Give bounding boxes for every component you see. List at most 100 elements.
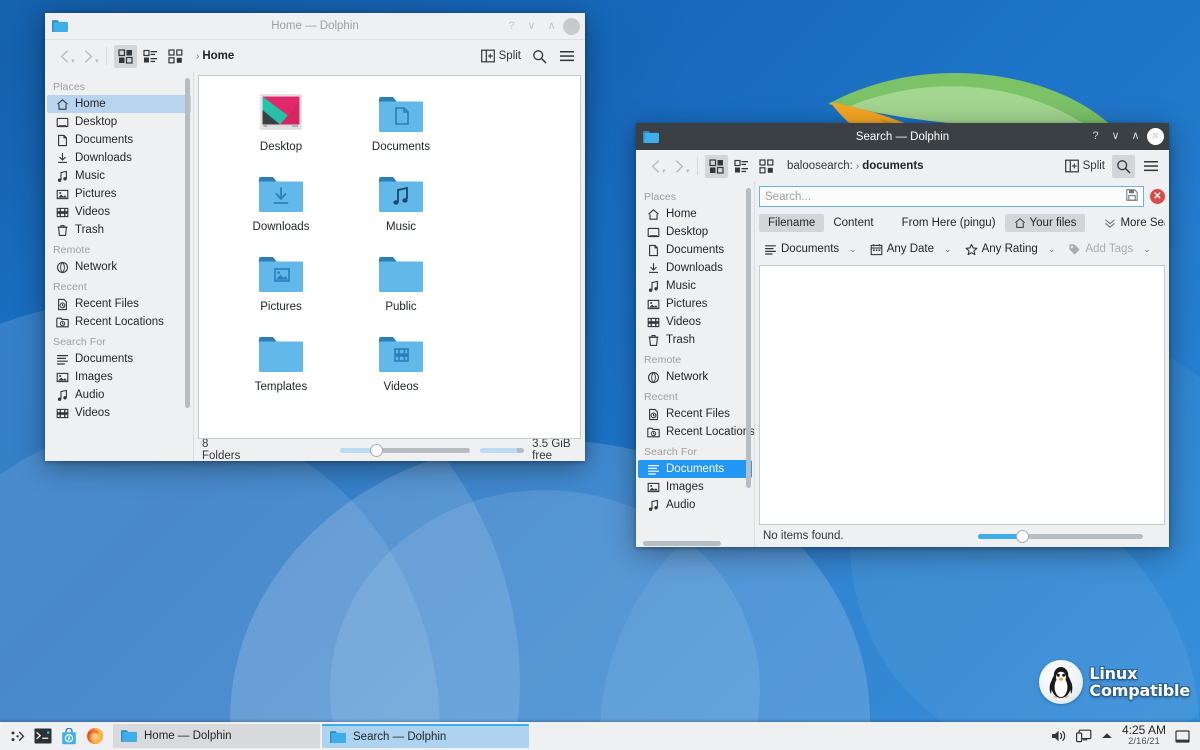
sidebar-item-documents[interactable]: Documents bbox=[638, 241, 752, 259]
sidebar-hscrollbar[interactable] bbox=[636, 540, 754, 547]
sidebar-item-trash[interactable]: Trash bbox=[47, 221, 191, 239]
help-button[interactable]: ? bbox=[503, 18, 520, 35]
split-button[interactable]: Split bbox=[1062, 157, 1108, 175]
file-item[interactable]: Templates bbox=[221, 330, 341, 410]
sidebar-scroll-area[interactable]: PlacesHomeDesktopDocumentsDownloadsMusic… bbox=[636, 182, 754, 540]
show-hidden-tray-icon[interactable] bbox=[1101, 731, 1113, 741]
sidebar-item-pictures[interactable]: Pictures bbox=[638, 295, 752, 313]
sidebar-item-pictures[interactable]: Pictures bbox=[47, 185, 191, 203]
breadcrumb-protocol[interactable]: baloosearch: bbox=[787, 160, 853, 172]
compact-view-icon[interactable] bbox=[730, 155, 753, 178]
sidebar-scrollbar[interactable] bbox=[185, 78, 190, 408]
window-controls-home[interactable]: ? ∨ ∧ ✕ bbox=[503, 18, 580, 35]
terminal-icon[interactable] bbox=[30, 724, 56, 748]
sidebar-scrollbar[interactable] bbox=[746, 188, 751, 488]
sidebar-item-desktop[interactable]: Desktop bbox=[47, 113, 191, 131]
close-button[interactable]: ✕ bbox=[563, 18, 580, 35]
sidebar-item-images[interactable]: Images bbox=[638, 478, 752, 496]
zoom-slider-handle[interactable] bbox=[1016, 530, 1029, 543]
filter-tab-your-files[interactable]: Your files bbox=[1005, 214, 1086, 232]
sidebar-item-downloads[interactable]: Downloads bbox=[47, 149, 191, 167]
window-controls-search[interactable]: ? ∨ ∧ ✕ bbox=[1087, 128, 1164, 145]
file-item[interactable]: Desktop bbox=[221, 90, 341, 170]
facet-add-tags[interactable]: Add Tags⌄ bbox=[1063, 241, 1155, 258]
help-button[interactable]: ? bbox=[1087, 128, 1104, 145]
search-results-pane[interactable] bbox=[759, 265, 1165, 525]
display-icon[interactable] bbox=[1076, 729, 1092, 743]
facet-any-date[interactable]: Any Date⌄ bbox=[865, 241, 957, 258]
sidebar-item-documents[interactable]: Documents bbox=[47, 350, 191, 368]
facet-any-rating[interactable]: Any Rating⌄ bbox=[960, 241, 1061, 258]
back-arrow-icon[interactable]: ▾ bbox=[53, 44, 75, 68]
sidebar-item-videos[interactable]: Videos bbox=[47, 404, 191, 422]
search-icon[interactable] bbox=[1112, 155, 1135, 178]
taskbar-task[interactable]: Home — Dolphin bbox=[113, 724, 320, 748]
file-item[interactable]: Videos bbox=[341, 330, 461, 410]
compact-view-icon[interactable] bbox=[139, 45, 162, 68]
close-search-icon[interactable]: ✕ bbox=[1150, 189, 1165, 204]
details-view-icon[interactable] bbox=[164, 45, 187, 68]
sidebar-item-recent-locations[interactable]: Recent Locations bbox=[638, 423, 752, 441]
window-home-dolphin[interactable]: Home — Dolphin ? ∨ ∧ ✕ ▾ ▾ bbox=[45, 13, 585, 461]
sidebar-item-audio[interactable]: Audio bbox=[47, 386, 191, 404]
sidebar-item-videos[interactable]: Videos bbox=[47, 203, 191, 221]
taskbar[interactable]: Home — DolphinSearch — Dolphin bbox=[0, 722, 1200, 750]
close-button[interactable]: ✕ bbox=[1147, 128, 1164, 145]
sidebar-search[interactable]: PlacesHomeDesktopDocumentsDownloadsMusic… bbox=[636, 182, 754, 547]
sidebar-item-music[interactable]: Music bbox=[47, 167, 191, 185]
breadcrumb[interactable]: › Home bbox=[196, 50, 234, 62]
sidebar-item-home[interactable]: Home bbox=[47, 95, 191, 113]
chevron-down-icon[interactable]: ⌄ bbox=[1048, 244, 1056, 255]
zoom-slider[interactable] bbox=[340, 443, 470, 457]
sidebar-item-trash[interactable]: Trash bbox=[638, 331, 752, 349]
forward-arrow-icon[interactable]: ▾ bbox=[668, 154, 690, 178]
icons-view-icon[interactable] bbox=[705, 155, 728, 178]
sidebar-item-videos[interactable]: Videos bbox=[638, 313, 752, 331]
minimize-button[interactable]: ∨ bbox=[1107, 128, 1124, 145]
titlebar-home[interactable]: Home — Dolphin ? ∨ ∧ ✕ bbox=[45, 13, 585, 40]
search-facets[interactable]: Documents⌄Any Date⌄Any Rating⌄Add Tags⌄ bbox=[759, 237, 1165, 261]
breadcrumb[interactable]: baloosearch: › documents bbox=[787, 160, 924, 172]
file-item[interactable]: Music bbox=[341, 170, 461, 250]
hamburger-menu-icon[interactable] bbox=[555, 45, 578, 68]
sidebar-item-documents[interactable]: Documents bbox=[47, 131, 191, 149]
discover-icon[interactable] bbox=[56, 724, 82, 748]
sidebar-item-audio[interactable]: Audio bbox=[638, 496, 752, 514]
breadcrumb-current[interactable]: documents bbox=[862, 160, 923, 172]
file-item[interactable]: Documents bbox=[341, 90, 461, 170]
sidebar-home[interactable]: PlacesHomeDesktopDocumentsDownloadsMusic… bbox=[45, 72, 193, 461]
icons-view-icon[interactable] bbox=[114, 45, 137, 68]
forward-arrow-icon[interactable]: ▾ bbox=[77, 44, 99, 68]
file-icon-grid[interactable]: DesktopDocumentsDownloadsMusicPicturesPu… bbox=[199, 76, 580, 410]
search-results-grid[interactable] bbox=[760, 266, 1164, 280]
window-search-dolphin[interactable]: Search — Dolphin ? ∨ ∧ ✕ ▾ ▾ bbox=[636, 123, 1169, 547]
file-list-pane[interactable]: DesktopDocumentsDownloadsMusicPicturesPu… bbox=[198, 75, 581, 439]
sidebar-item-recent-locations[interactable]: Recent Locations bbox=[47, 313, 191, 331]
hamburger-menu-icon[interactable] bbox=[1139, 155, 1162, 178]
sidebar-item-music[interactable]: Music bbox=[638, 277, 752, 295]
search-input[interactable]: Search... bbox=[759, 186, 1144, 207]
zoom-slider-handle[interactable] bbox=[370, 444, 383, 457]
taskbar-task-list[interactable]: Home — DolphinSearch — Dolphin bbox=[113, 724, 529, 748]
chevron-down-icon[interactable]: ⌄ bbox=[849, 244, 857, 255]
sidebar-scroll-area[interactable]: PlacesHomeDesktopDocumentsDownloadsMusic… bbox=[45, 72, 193, 461]
sidebar-item-recent-files[interactable]: Recent Files bbox=[638, 405, 752, 423]
titlebar-search[interactable]: Search — Dolphin ? ∨ ∧ ✕ bbox=[636, 123, 1169, 150]
search-icon[interactable] bbox=[528, 45, 551, 68]
clock[interactable]: 4:25 AM 2/16/21 bbox=[1122, 724, 1166, 748]
maximize-button[interactable]: ∧ bbox=[543, 18, 560, 35]
system-tray[interactable]: 4:25 AM 2/16/21 bbox=[1051, 724, 1196, 748]
maximize-button[interactable]: ∧ bbox=[1127, 128, 1144, 145]
chevron-down-icon[interactable]: ⌄ bbox=[944, 244, 952, 255]
filter-tab-content[interactable]: Content bbox=[824, 214, 882, 232]
file-item[interactable]: Downloads bbox=[221, 170, 341, 250]
toolbar-search[interactable]: ▾ ▾ bbox=[636, 150, 1169, 182]
minimize-button[interactable]: ∨ bbox=[523, 18, 540, 35]
sidebar-item-documents[interactable]: Documents bbox=[638, 460, 752, 478]
sidebar-item-downloads[interactable]: Downloads bbox=[638, 259, 752, 277]
toolbar-home[interactable]: ▾ ▾ bbox=[45, 40, 585, 72]
chevron-down-icon[interactable]: ⌄ bbox=[1143, 244, 1151, 255]
sidebar-item-recent-files[interactable]: Recent Files bbox=[47, 295, 191, 313]
breadcrumb-current[interactable]: Home bbox=[202, 50, 234, 62]
application-launcher-icon[interactable] bbox=[4, 724, 30, 748]
